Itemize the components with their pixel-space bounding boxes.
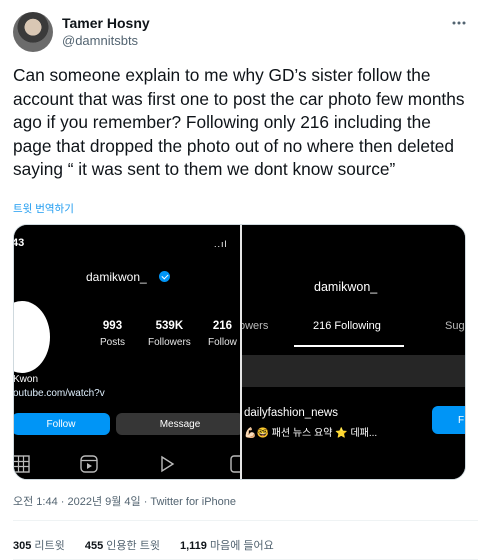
search-bar	[242, 355, 465, 387]
retweets-label: 리트윗	[34, 540, 65, 552]
quotes-stat[interactable]: 455 인용한 트윗	[85, 540, 160, 552]
following-stat: 216 Follow	[208, 320, 237, 348]
posts-label: Posts	[100, 337, 126, 348]
profile-picture	[14, 301, 50, 373]
grid-icon	[14, 455, 30, 473]
translate-tweet-link[interactable]: 트윗 번역하기	[13, 201, 74, 216]
followed-account-name: dailyfashion_news	[244, 407, 338, 419]
profile-username: damikwon_	[86, 270, 147, 284]
followed-account-description: 💪🏻🤓 패션 뉴스 요약 ⭐ 데패...	[244, 428, 378, 439]
tweet-text: Can someone explain to me why GD’s siste…	[13, 65, 465, 180]
more-icon	[452, 21, 466, 25]
divider	[13, 520, 478, 521]
author-name[interactable]: Tamer Hosny	[62, 15, 150, 31]
more-options-button[interactable]	[451, 13, 467, 33]
active-tab-indicator	[294, 345, 404, 347]
tab-following: 216 Following	[313, 320, 381, 332]
followers-label: Followers	[148, 337, 191, 348]
quotes-label: 인용한 트윗	[106, 540, 160, 552]
tagged-icon	[230, 455, 240, 473]
tweet-timestamp[interactable]: 오전 1:44 · 2022년 9월 4일 · Twitter for iPho…	[13, 493, 236, 509]
reels-icon	[80, 455, 98, 473]
signal-icon: ..ıl	[214, 239, 228, 249]
following-count: 216	[212, 320, 233, 332]
verified-badge-icon	[159, 271, 170, 282]
tweet-media[interactable]: 43 ..ıl damikwon_ 993 Posts 539K Followe…	[13, 224, 466, 480]
media-image-following[interactable]: damikwon_ owers 216 Following Sug dailyf…	[242, 225, 465, 479]
likes-count: 1,119	[180, 540, 207, 552]
tab-suggested: Sug	[445, 320, 465, 332]
follow-button: Follow	[14, 413, 110, 435]
tab-followers: owers	[242, 320, 269, 332]
retweets-stat[interactable]: 305 리트윗	[13, 540, 65, 552]
bio-name: Kwon	[14, 374, 39, 385]
video-icon	[158, 455, 176, 473]
avatar[interactable]	[13, 12, 53, 52]
likes-label: 마음에 들어요	[209, 540, 274, 552]
author-handle[interactable]: @damnitsbts	[62, 33, 138, 48]
status-bar-time: 43	[14, 237, 25, 249]
profile-username: damikwon_	[314, 280, 378, 294]
bio-link: outube.com/watch?v	[14, 388, 105, 399]
engagement-stats: 305 리트윗 455 인용한 트윗 1,119 마음에 들어요	[13, 537, 291, 553]
message-button: Message	[116, 413, 240, 435]
followers-count: 539K	[155, 320, 184, 332]
app-tab-bar	[14, 449, 240, 479]
posts-count: 993	[102, 320, 123, 332]
likes-stat[interactable]: 1,119 마음에 들어요	[180, 540, 274, 552]
tweet: Tamer Hosny @damnitsbts Can someone expl…	[0, 0, 491, 560]
quotes-count: 455	[84, 540, 104, 552]
posts-stat: 993 Posts	[100, 320, 125, 348]
following-label: Follow	[208, 337, 237, 348]
retweets-count: 305	[13, 540, 32, 552]
follow-button: F	[432, 406, 465, 434]
followers-stat: 539K Followers	[148, 320, 191, 348]
media-image-profile[interactable]: 43 ..ıl damikwon_ 993 Posts 539K Followe…	[14, 225, 240, 479]
